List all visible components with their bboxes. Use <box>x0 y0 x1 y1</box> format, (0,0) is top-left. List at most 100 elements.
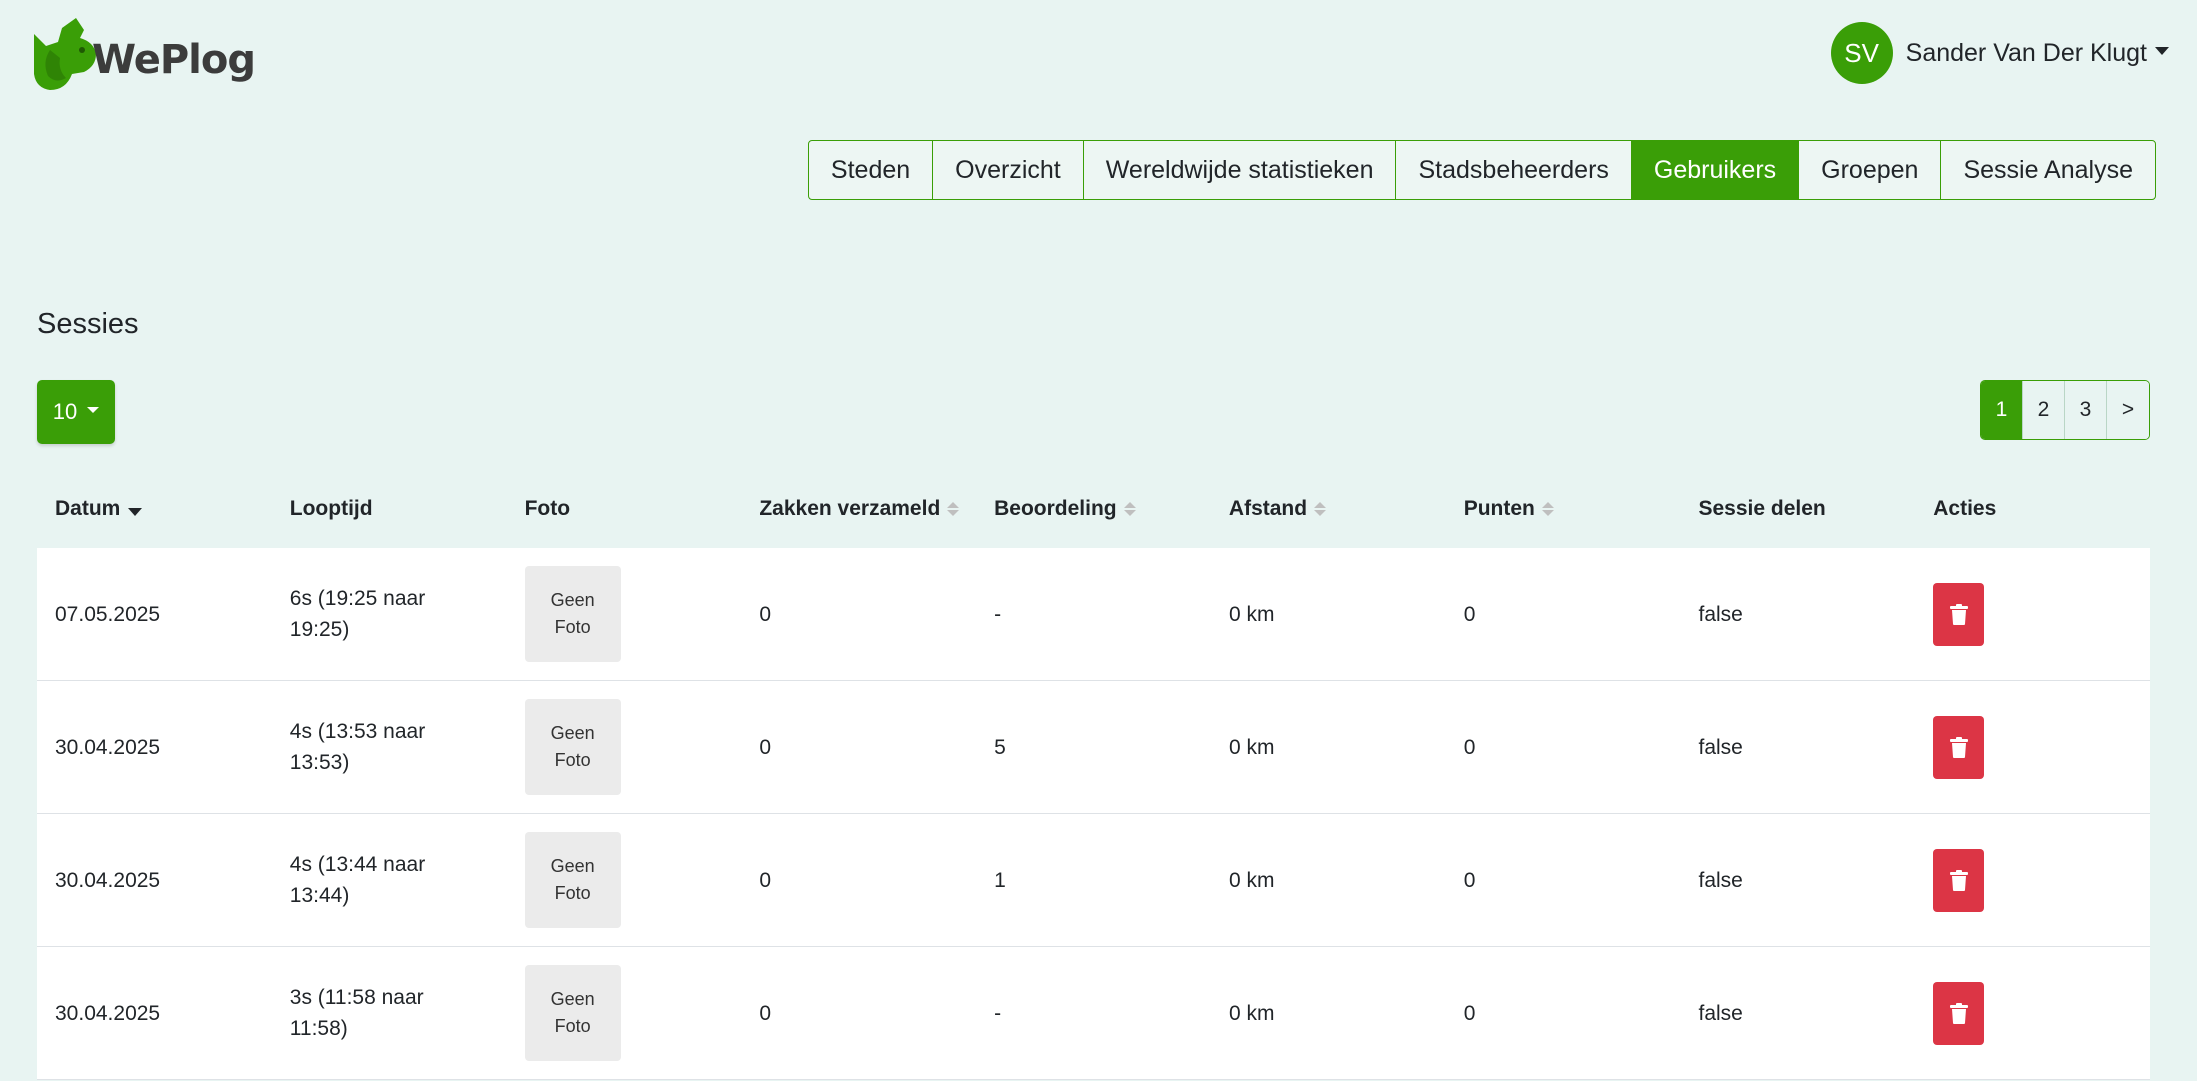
cell-bags: 0 <box>759 868 772 892</box>
trash-icon <box>1949 869 1968 891</box>
cell-rating: - <box>994 1001 1002 1025</box>
cell-photo: Geen Foto <box>507 699 742 795</box>
user-name[interactable]: Sander Van Der Klugt <box>1906 39 2147 68</box>
column-header-duration: Looptijd <box>272 497 507 521</box>
no-photo-placeholder: Geen Foto <box>524 566 621 662</box>
cell-rating: 1 <box>994 868 1006 892</box>
cell-duration: 4s (13:53 naar 13:53) <box>289 720 426 774</box>
cell-date: 30.04.2025 <box>55 1001 161 1025</box>
cell-actions <box>1915 582 2150 646</box>
sessions-table: Datum Looptijd Foto Zakken verzameld Beo… <box>37 470 2150 1080</box>
page-button-2[interactable]: 2 <box>2023 381 2065 439</box>
no-photo-placeholder: Geen Foto <box>524 832 621 928</box>
cell-duration: 3s (11:58 naar 11:58) <box>289 986 424 1040</box>
column-header-photo: Foto <box>507 497 742 521</box>
cell-date: 30.04.2025 <box>55 868 161 892</box>
cell-date: 30.04.2025 <box>55 735 161 759</box>
column-header-label: Acties <box>1933 497 1997 520</box>
column-header-label: Beoordeling <box>994 497 1117 520</box>
column-header-points[interactable]: Punten <box>1446 497 1681 521</box>
sort-desc-icon <box>128 508 143 516</box>
trash-icon <box>1949 603 1968 625</box>
next-page-button[interactable]: > <box>2107 381 2149 439</box>
column-header-label: Punten <box>1463 497 1535 520</box>
column-header-bags[interactable]: Zakken verzameld <box>741 497 976 521</box>
tab-overzicht[interactable]: Overzicht <box>933 141 1084 199</box>
cell-share: false <box>1698 868 1743 892</box>
squirrel-logo-icon <box>34 18 96 90</box>
column-header-label: Looptijd <box>289 497 373 520</box>
tab-steden[interactable]: Steden <box>809 141 934 199</box>
cell-bags: 0 <box>759 602 772 626</box>
cell-duration: 4s (13:44 naar 13:44) <box>289 853 426 907</box>
delete-session-button[interactable] <box>1933 848 1985 912</box>
cell-rating: - <box>994 602 1002 626</box>
sort-icon <box>1314 502 1327 516</box>
column-header-label: Zakken verzameld <box>759 497 941 520</box>
cell-actions <box>1915 715 2150 779</box>
cell-date: 07.05.2025 <box>55 602 161 626</box>
sort-icon <box>1123 502 1136 516</box>
delete-session-button[interactable] <box>1933 981 1985 1045</box>
cell-distance: 0 km <box>1228 1001 1275 1025</box>
cell-share: false <box>1698 1001 1743 1025</box>
column-header-label: Foto <box>524 497 571 520</box>
table-row: 30.04.2025 4s (13:44 naar 13:44) Geen Fo… <box>37 814 2150 947</box>
tab-gebruikers[interactable]: Gebruikers <box>1631 141 1800 199</box>
cell-distance: 0 km <box>1228 868 1275 892</box>
chevron-down-icon[interactable] <box>2155 47 2169 55</box>
app-logo[interactable]: WePlog <box>32 16 256 92</box>
trash-icon <box>1949 1002 1968 1024</box>
column-header-date[interactable]: Datum <box>37 497 272 521</box>
cell-share: false <box>1698 735 1743 759</box>
pagination: 1 2 3 > <box>1980 380 2150 440</box>
delete-session-button[interactable] <box>1933 582 1985 646</box>
page: WePlog SV Sander Van Der Klugt Steden Ov… <box>0 0 2197 1081</box>
cell-bags: 0 <box>759 1001 772 1025</box>
cell-bags: 0 <box>759 735 772 759</box>
page-size-dropdown[interactable]: 10 <box>37 380 115 444</box>
cell-photo: Geen Foto <box>507 832 742 928</box>
cell-photo: Geen Foto <box>507 965 742 1061</box>
cell-rating: 5 <box>994 735 1006 759</box>
tab-groepen[interactable]: Groepen <box>1799 141 1942 199</box>
table-row: 07.05.2025 6s (19:25 naar 19:25) Geen Fo… <box>37 548 2150 681</box>
delete-session-button[interactable] <box>1933 715 1985 779</box>
column-header-label: Afstand <box>1228 497 1308 520</box>
column-header-label: Datum <box>55 497 121 520</box>
tab-stadsbeheerders[interactable]: Stadsbeheerders <box>1396 141 1632 199</box>
main-nav: Steden Overzicht Wereldwijde statistieke… <box>807 140 2156 200</box>
cell-points: 0 <box>1463 1001 1476 1025</box>
column-header-distance[interactable]: Afstand <box>1211 497 1446 521</box>
table-header: Datum Looptijd Foto Zakken verzameld Beo… <box>37 470 2150 548</box>
chevron-down-icon <box>87 407 100 413</box>
page-size-value: 10 <box>52 399 78 424</box>
no-photo-placeholder: Geen Foto <box>524 699 621 795</box>
cell-actions <box>1915 981 2150 1045</box>
column-header-label: Sessie delen <box>1698 497 1826 520</box>
cell-points: 0 <box>1463 868 1476 892</box>
page-button-3[interactable]: 3 <box>2065 381 2107 439</box>
cell-share: false <box>1698 602 1743 626</box>
cell-distance: 0 km <box>1228 735 1275 759</box>
column-header-share: Sessie delen <box>1680 497 1915 521</box>
no-photo-placeholder: Geen Foto <box>524 965 621 1061</box>
table-body: 07.05.2025 6s (19:25 naar 19:25) Geen Fo… <box>37 548 2150 1080</box>
column-header-rating[interactable]: Beoordeling <box>976 497 1211 521</box>
page-button-1[interactable]: 1 <box>1981 381 2023 439</box>
cell-points: 0 <box>1463 602 1476 626</box>
page-title: Sessies <box>37 308 139 340</box>
trash-icon <box>1949 736 1968 758</box>
tab-wereldwijde-statistieken[interactable]: Wereldwijde statistieken <box>1084 141 1397 199</box>
tab-sessie-analyse[interactable]: Sessie Analyse <box>1941 141 2155 199</box>
cell-photo: Geen Foto <box>507 566 742 662</box>
cell-points: 0 <box>1463 735 1476 759</box>
logo-text: WePlog <box>92 37 256 83</box>
cell-duration: 6s (19:25 naar 19:25) <box>289 587 426 641</box>
user-menu[interactable]: SV Sander Van Der Klugt <box>1830 22 2169 84</box>
column-header-actions: Acties <box>1915 497 2150 521</box>
cell-distance: 0 km <box>1228 602 1275 626</box>
avatar[interactable]: SV <box>1830 22 1893 84</box>
sort-icon <box>947 502 960 516</box>
sort-icon <box>1541 502 1554 516</box>
